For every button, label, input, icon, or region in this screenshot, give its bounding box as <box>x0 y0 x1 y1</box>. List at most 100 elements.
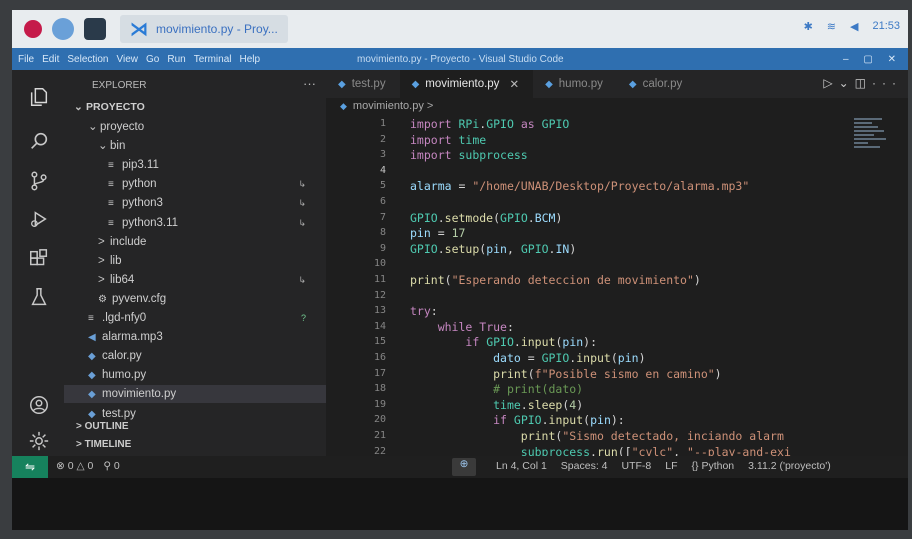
split-editor-icon[interactable]: ◫ <box>855 76 872 90</box>
menu-edit[interactable]: Edit <box>42 54 59 65</box>
code-text: import time <box>410 132 487 147</box>
account-icon[interactable] <box>27 394 51 418</box>
menu-selection[interactable]: Selection <box>67 54 108 65</box>
window-controls[interactable]: – ▢ ✕ <box>843 54 902 65</box>
cursor-position[interactable]: Ln 4, Col 1 <box>496 460 547 472</box>
raspberry-menu-icon[interactable] <box>24 20 42 38</box>
code-line[interactable]: 10 <box>326 256 908 272</box>
code-line[interactable]: 19 time.sleep(4) <box>326 397 908 413</box>
tab-calor-py[interactable]: ◆ calor.py <box>617 70 696 98</box>
code-line[interactable]: 3 import subprocess <box>326 147 908 163</box>
code-line[interactable]: 17 print(f"Posible sismo en camino") <box>326 366 908 382</box>
language-mode[interactable]: {} Python <box>692 460 735 472</box>
menu-bar: File Edit Selection View Go Run Terminal Help <box>12 54 260 65</box>
code-line[interactable]: 18 # print(dato) <box>326 381 908 397</box>
tab-test-py[interactable]: ◆ test.py <box>326 70 400 98</box>
python-interpreter[interactable]: 3.11.2 ('proyecto') <box>748 460 831 472</box>
code-line[interactable]: 12 <box>326 288 908 304</box>
menu-help[interactable]: Help <box>240 54 261 65</box>
testing-icon[interactable] <box>27 286 51 310</box>
bluetooth-icon[interactable]: ✱ <box>804 20 813 33</box>
code-line[interactable]: 6 <box>326 194 908 210</box>
code-line[interactable]: 4 <box>326 163 908 179</box>
source-control-icon[interactable] <box>27 170 51 194</box>
breadcrumb[interactable]: ◆ movimiento.py > <box>340 100 433 112</box>
run-icon[interactable]: ▷⌄ <box>823 76 854 90</box>
tree-item[interactable]: ◆ movimiento.py <box>64 385 326 404</box>
more-actions-icon[interactable]: ··· <box>303 76 316 91</box>
line-number: 6 <box>379 196 386 207</box>
tree-item[interactable]: ◆ humo.py <box>64 366 326 384</box>
code-text: if GPIO.input(pin): <box>493 413 625 428</box>
wifi-icon[interactable]: ≋ <box>827 20 836 33</box>
code-line[interactable]: 16 dato = GPIO.input(pin) <box>326 350 908 366</box>
settings-icon[interactable] <box>27 430 51 454</box>
remote-indicator-icon[interactable]: ⇋ <box>12 456 48 478</box>
encoding[interactable]: UTF-8 <box>622 460 652 472</box>
run-debug-icon[interactable] <box>27 208 51 232</box>
tab-humo-py[interactable]: ◆ humo.py <box>533 70 617 98</box>
tree-item[interactable]: ≡ python3.11 ↳ <box>64 214 326 232</box>
code-line[interactable]: 2 import time <box>326 132 908 148</box>
code-line[interactable]: 1 import RPi.GPIO as GPIO <box>326 116 908 132</box>
taskbar-vscode-task[interactable]: ⋊ movimiento.py - Proy... <box>120 15 288 43</box>
tree-item[interactable]: ⚙ pyvenv.cfg <box>64 290 326 308</box>
tab-movimiento-py[interactable]: ◆ movimiento.py ✕ <box>399 70 534 98</box>
browser-icon[interactable] <box>52 18 74 40</box>
tree-item[interactable]: ⌄ bin <box>64 137 326 155</box>
code-line[interactable]: 20 if GPIO.input(pin): <box>326 412 908 428</box>
menu-run[interactable]: Run <box>167 54 185 65</box>
search-icon[interactable] <box>27 130 51 154</box>
code-line[interactable]: 13 try: <box>326 303 908 319</box>
terminal-icon[interactable] <box>84 18 106 40</box>
menu-file[interactable]: File <box>18 54 34 65</box>
menu-terminal[interactable]: Terminal <box>194 54 232 65</box>
tree-item-label: include <box>110 235 147 248</box>
tree-item[interactable]: ≡ pip3.11 <box>64 156 326 174</box>
timeline-section[interactable]: > TIMELINE <box>64 436 326 454</box>
tree-item[interactable]: ⌄ proyecto <box>64 118 326 136</box>
tree-item[interactable]: ◀ alarma.mp3 <box>64 328 326 346</box>
ports-indicator[interactable]: ⚲ 0 <box>103 460 119 472</box>
code-line[interactable]: 7 GPIO.setmode(GPIO.BCM) <box>326 210 908 226</box>
close-icon[interactable]: ✕ <box>509 77 519 91</box>
menu-go[interactable]: Go <box>146 54 159 65</box>
indentation[interactable]: Spaces: 4 <box>561 460 608 472</box>
more-icon[interactable]: ··· <box>872 76 902 90</box>
code-text: alarma = "/home/UNAB/Desktop/Proyecto/al… <box>410 179 750 194</box>
tree-item[interactable]: > include <box>64 233 326 251</box>
tree-item-label: bin <box>110 140 126 153</box>
code-line[interactable]: 8 pin = 17 <box>326 225 908 241</box>
symlink-icon: ↳ <box>298 274 306 285</box>
menu-view[interactable]: View <box>117 54 139 65</box>
problems-indicator[interactable]: ⊗ 0 △ 0 <box>56 460 93 472</box>
tree-item[interactable]: > lib64 ↳ <box>64 271 326 289</box>
code-line[interactable]: 5 alarma = "/home/UNAB/Desktop/Proyecto/a… <box>326 178 908 194</box>
end-of-line[interactable]: LF <box>665 460 677 472</box>
zoom-icon[interactable]: ⊕ <box>452 458 476 476</box>
line-number: 22 <box>373 445 386 456</box>
extensions-icon[interactable] <box>27 248 51 272</box>
explorer-icon[interactable] <box>27 86 51 110</box>
code-line[interactable]: 11 print("Esperando deteccion de movimien… <box>326 272 908 288</box>
explorer-root-folder[interactable]: ⌄ PROYECTO <box>64 98 326 116</box>
code-line[interactable]: 21 print("Sismo detectado, inciando alar… <box>326 428 908 444</box>
tree-item-label: python3 <box>122 197 163 210</box>
tree-item[interactable]: ≡ .lgd-nfy0? <box>64 309 326 327</box>
tree-item[interactable]: ≡ python3 ↳ <box>64 194 326 212</box>
line-number: 16 <box>373 352 386 363</box>
tree-item[interactable]: ≡ python ↳ <box>64 175 326 193</box>
tree-item[interactable]: ◆ calor.py <box>64 347 326 365</box>
code-line[interactable]: 14 while True: <box>326 319 908 335</box>
tree-item[interactable]: > lib <box>64 252 326 270</box>
clock[interactable]: 21:53 <box>872 20 900 33</box>
outline-section[interactable]: > OUTLINE <box>64 418 326 436</box>
code-line[interactable]: 22 subprocess.run(["cvlc", "--play-and-e… <box>326 444 908 456</box>
line-number: 15 <box>373 336 386 348</box>
code-line[interactable]: 9 GPIO.setup(pin, GPIO.IN) <box>326 241 908 257</box>
code-line[interactable]: 15 if GPIO.input(pin): <box>326 334 908 350</box>
line-number: 3 <box>379 149 386 161</box>
volume-icon[interactable]: ◀ <box>850 20 858 33</box>
minimap[interactable] <box>854 116 890 176</box>
code-area[interactable]: 1 import RPi.GPIO as GPIO 2 import time 3 imp… <box>326 116 908 456</box>
